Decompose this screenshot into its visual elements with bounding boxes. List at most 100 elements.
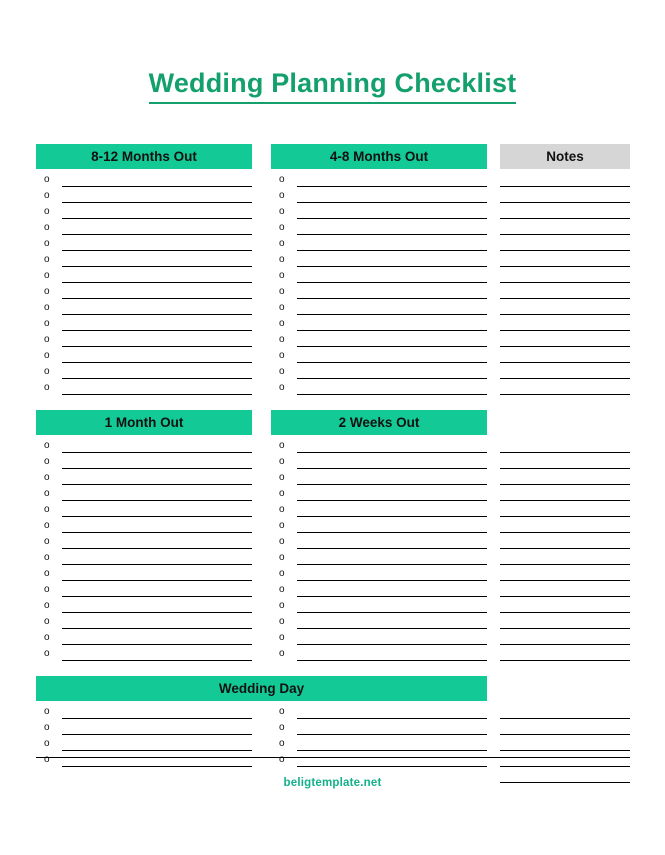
notes-item-write-line[interactable] xyxy=(500,314,630,315)
checklist-item-write-line[interactable] xyxy=(62,580,252,581)
notes-item-row[interactable] xyxy=(500,454,630,470)
checklist-item-row[interactable]: o xyxy=(36,380,252,396)
checklist-item-write-line[interactable] xyxy=(297,484,487,485)
notes-item-write-line[interactable] xyxy=(500,564,630,565)
checklist-item-row[interactable]: o xyxy=(36,502,252,518)
notes-item-row[interactable] xyxy=(500,752,630,768)
checklist-item-row[interactable]: o xyxy=(36,470,252,486)
checklist-item-write-line[interactable] xyxy=(62,330,252,331)
notes-item-write-line[interactable] xyxy=(500,718,630,719)
checklist-item-write-line[interactable] xyxy=(62,218,252,219)
checklist-item-write-line[interactable] xyxy=(297,330,487,331)
checklist-item-write-line[interactable] xyxy=(62,596,252,597)
checklist-item-row[interactable]: o xyxy=(36,236,252,252)
checklist-item-row[interactable]: o xyxy=(36,268,252,284)
checklist-item-write-line[interactable] xyxy=(297,564,487,565)
checklist-item-row[interactable]: o xyxy=(271,614,487,630)
notes-item-row[interactable] xyxy=(500,268,630,284)
notes-item-row[interactable] xyxy=(500,518,630,534)
notes-item-write-line[interactable] xyxy=(500,394,630,395)
notes-item-row[interactable] xyxy=(500,204,630,220)
checklist-item-write-line[interactable] xyxy=(297,298,487,299)
checklist-item-write-line[interactable] xyxy=(62,186,252,187)
checklist-item-row[interactable]: o xyxy=(271,268,487,284)
notes-item-write-line[interactable] xyxy=(500,500,630,501)
notes-item-write-line[interactable] xyxy=(500,580,630,581)
checklist-item-write-line[interactable] xyxy=(62,202,252,203)
notes-item-row[interactable] xyxy=(500,252,630,268)
checklist-item-write-line[interactable] xyxy=(297,266,487,267)
checklist-item-write-line[interactable] xyxy=(297,314,487,315)
checklist-item-write-line[interactable] xyxy=(297,218,487,219)
checklist-item-write-line[interactable] xyxy=(62,718,252,719)
checklist-item-row[interactable]: o xyxy=(271,566,487,582)
section-header-weeks-2[interactable]: 2 Weeks Out xyxy=(271,410,487,435)
notes-header[interactable]: Notes xyxy=(500,144,630,169)
checklist-item-row[interactable]: o xyxy=(36,550,252,566)
checklist-item-row[interactable]: o xyxy=(36,534,252,550)
checklist-item-write-line[interactable] xyxy=(62,452,252,453)
checklist-item-write-line[interactable] xyxy=(297,250,487,251)
notes-item-row[interactable] xyxy=(500,534,630,550)
checklist-item-write-line[interactable] xyxy=(62,298,252,299)
checklist-item-row[interactable]: o xyxy=(271,188,487,204)
checklist-item-row[interactable]: o xyxy=(271,454,487,470)
checklist-item-row[interactable]: o xyxy=(36,204,252,220)
checklist-item-write-line[interactable] xyxy=(297,644,487,645)
checklist-item-row[interactable]: o xyxy=(271,720,487,736)
notes-item-write-line[interactable] xyxy=(500,202,630,203)
notes-item-row[interactable] xyxy=(500,332,630,348)
notes-item-row[interactable] xyxy=(500,598,630,614)
checklist-item-row[interactable]: o xyxy=(271,736,487,752)
checklist-item-row[interactable]: o xyxy=(271,284,487,300)
checklist-item-row[interactable]: o xyxy=(271,220,487,236)
section-header-months-4-8[interactable]: 4-8 Months Out xyxy=(271,144,487,169)
notes-item-row[interactable] xyxy=(500,364,630,380)
notes-item-write-line[interactable] xyxy=(500,452,630,453)
notes-item-write-line[interactable] xyxy=(500,186,630,187)
checklist-item-row[interactable]: o xyxy=(36,752,252,768)
checklist-item-write-line[interactable] xyxy=(62,766,252,767)
notes-item-write-line[interactable] xyxy=(500,330,630,331)
checklist-item-write-line[interactable] xyxy=(297,186,487,187)
notes-item-write-line[interactable] xyxy=(500,766,630,767)
checklist-item-row[interactable]: o xyxy=(271,486,487,502)
checklist-item-write-line[interactable] xyxy=(62,548,252,549)
checklist-item-write-line[interactable] xyxy=(297,234,487,235)
checklist-item-write-line[interactable] xyxy=(297,500,487,501)
checklist-item-row[interactable]: o xyxy=(36,566,252,582)
checklist-item-row[interactable]: o xyxy=(36,704,252,720)
checklist-item-row[interactable]: o xyxy=(36,172,252,188)
notes-item-write-line[interactable] xyxy=(500,298,630,299)
checklist-item-row[interactable]: o xyxy=(271,470,487,486)
checklist-item-write-line[interactable] xyxy=(297,580,487,581)
checklist-item-row[interactable]: o xyxy=(36,518,252,534)
checklist-item-write-line[interactable] xyxy=(62,500,252,501)
checklist-item-write-line[interactable] xyxy=(297,394,487,395)
notes-item-write-line[interactable] xyxy=(500,378,630,379)
checklist-item-write-line[interactable] xyxy=(62,362,252,363)
checklist-item-write-line[interactable] xyxy=(62,468,252,469)
checklist-item-write-line[interactable] xyxy=(297,282,487,283)
checklist-item-write-line[interactable] xyxy=(297,612,487,613)
checklist-item-row[interactable]: o xyxy=(36,252,252,268)
checklist-item-write-line[interactable] xyxy=(62,394,252,395)
checklist-item-write-line[interactable] xyxy=(62,750,252,751)
checklist-item-write-line[interactable] xyxy=(62,532,252,533)
notes-item-row[interactable] xyxy=(500,380,630,396)
checklist-item-write-line[interactable] xyxy=(297,628,487,629)
checklist-item-row[interactable]: o xyxy=(271,316,487,332)
checklist-item-row[interactable]: o xyxy=(271,348,487,364)
checklist-item-write-line[interactable] xyxy=(62,660,252,661)
checklist-item-row[interactable]: o xyxy=(271,534,487,550)
checklist-item-write-line[interactable] xyxy=(62,564,252,565)
checklist-item-write-line[interactable] xyxy=(62,516,252,517)
notes-item-row[interactable] xyxy=(500,736,630,752)
notes-item-write-line[interactable] xyxy=(500,282,630,283)
checklist-item-write-line[interactable] xyxy=(297,750,487,751)
checklist-item-write-line[interactable] xyxy=(62,378,252,379)
checklist-item-write-line[interactable] xyxy=(297,548,487,549)
section-header-wedding-day[interactable]: Wedding Day xyxy=(36,676,487,701)
checklist-item-row[interactable]: o xyxy=(36,598,252,614)
checklist-item-write-line[interactable] xyxy=(62,266,252,267)
